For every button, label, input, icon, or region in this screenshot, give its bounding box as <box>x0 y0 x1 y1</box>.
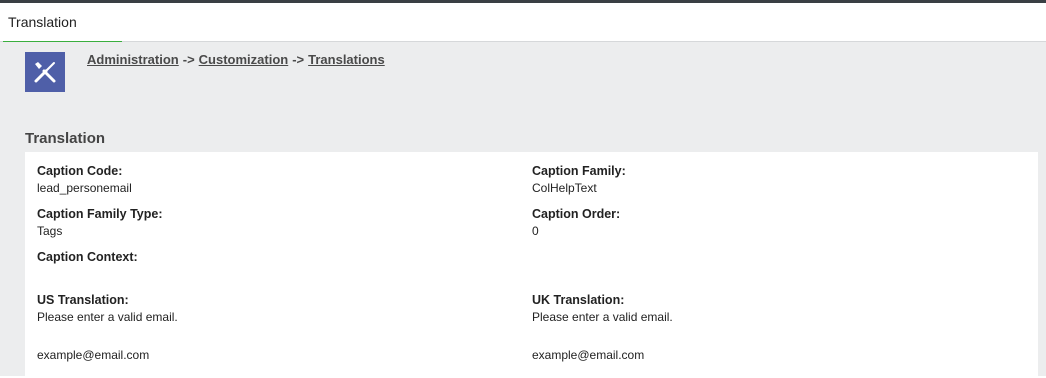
uk-translation-label: UK Translation: <box>532 293 625 307</box>
caption-family-type-label: Caption Family Type: <box>37 207 163 221</box>
section-title: Translation <box>25 130 106 147</box>
breadcrumb: Administration -> Customization -> Translati… <box>87 52 385 67</box>
breadcrumb-translations[interactable]: Translations <box>308 52 385 67</box>
us-translation-field: US Translation: Please enter a valid ema… <box>37 293 178 324</box>
tab-translation-details[interactable]: Translation Details <box>3 3 122 68</box>
caption-code-label: Caption Code: <box>37 164 123 178</box>
us-translation-value: Please enter a valid email. <box>37 310 178 324</box>
breadcrumb-separator: -> <box>182 52 195 67</box>
uk-translation-value: Please enter a valid email. <box>532 310 673 324</box>
caption-family-field: Caption Family: ColHelpText <box>532 164 626 195</box>
breadcrumb-separator: -> <box>292 52 305 67</box>
caption-order-value: 0 <box>532 224 539 238</box>
tab-bar: Translation Details <box>0 3 1046 68</box>
caption-context-field: Caption Context: <box>37 250 138 267</box>
translation-panel: Caption Code: lead_personemail Caption F… <box>25 152 1038 378</box>
caption-family-type-field: Caption Family Type: Tags <box>37 207 162 238</box>
caption-order-label: Caption Order: <box>532 207 621 221</box>
main-content: Administration -> Customization -> Translati… <box>0 42 1046 378</box>
caption-family-value: ColHelpText <box>532 181 597 195</box>
caption-code-value: lead_personemail <box>37 181 132 195</box>
caption-order-field: Caption Order: 0 <box>532 207 620 238</box>
uk-translation-example: example@email.com <box>532 348 645 362</box>
us-translation-label: US Translation: <box>37 293 129 307</box>
breadcrumb-administration[interactable]: Administration <box>87 52 179 67</box>
breadcrumb-customization[interactable]: Customization <box>199 52 289 67</box>
uk-translation-field: UK Translation: Please enter a valid ema… <box>532 293 673 324</box>
us-translation-example: example@email.com <box>37 348 150 362</box>
caption-family-type-value: Tags <box>37 224 63 238</box>
caption-family-label: Caption Family: <box>532 164 626 178</box>
caption-context-label: Caption Context: <box>37 250 138 264</box>
caption-code-field: Caption Code: lead_personemail <box>37 164 132 195</box>
tools-icon <box>25 52 65 92</box>
